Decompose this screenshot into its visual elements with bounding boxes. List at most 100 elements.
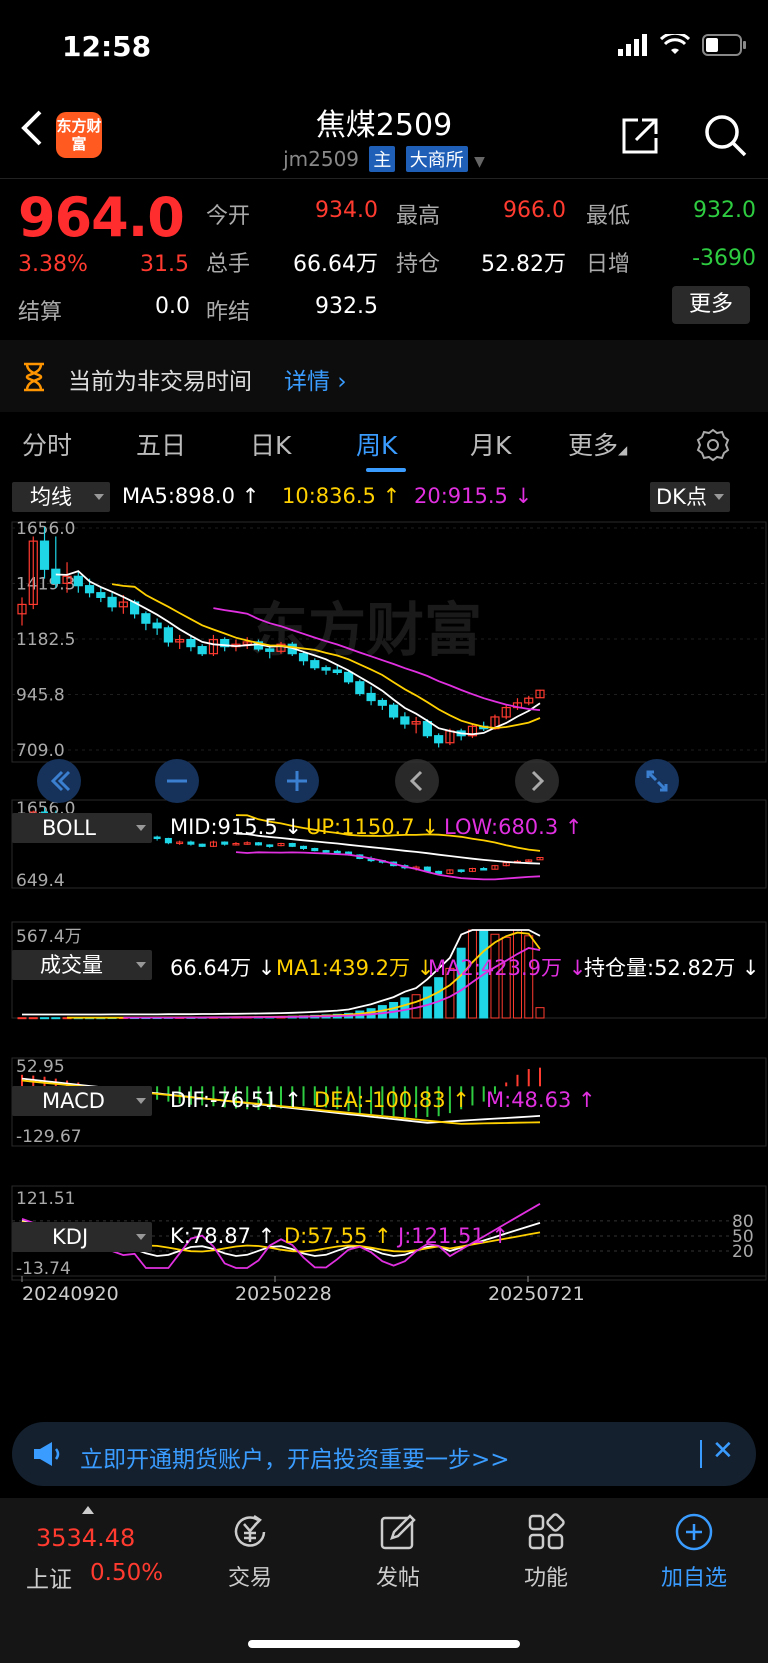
nav-trade[interactable]: 交易	[200, 1512, 300, 1592]
ma5-label: MA5:898.0	[122, 484, 236, 508]
battery-icon	[702, 34, 746, 56]
candle-body	[141, 613, 151, 624]
boll-low-label: LOW:680.3	[444, 815, 559, 839]
candle-body	[355, 681, 365, 695]
change-amount: 31.5	[140, 252, 189, 277]
macd-dif: DIF:-76.51 ↑	[170, 1088, 302, 1112]
kdj-k: K:78.87 ↑	[170, 1224, 276, 1248]
tab-weekly-k[interactable]: 周K	[356, 426, 397, 462]
nav-trade-label: 交易	[227, 1566, 272, 1591]
wifi-icon	[660, 34, 690, 54]
fullscreen-button[interactable]	[634, 758, 680, 804]
index-value[interactable]: 3534.48	[36, 1524, 135, 1552]
rewind-button[interactable]	[36, 758, 82, 804]
boll-low: LOW:680.3 ↑	[444, 815, 583, 839]
nav-post[interactable]: 发帖	[348, 1512, 448, 1592]
candle-body	[321, 667, 331, 671]
zoom-in-button[interactable]	[274, 758, 320, 804]
vol-value-label: 66.64万	[170, 956, 252, 980]
contract-code: jm2509	[283, 147, 360, 171]
boll-candle-body	[457, 869, 465, 872]
tab-more[interactable]: 更多◢	[568, 426, 627, 462]
notice-details-label: 详情	[284, 369, 330, 395]
tab-daily-k[interactable]: 日K	[250, 426, 291, 462]
settle-label: 结算	[18, 300, 63, 325]
home-indicator[interactable]	[248, 1640, 520, 1648]
price-axis-label: 945.8	[16, 686, 65, 706]
next-button[interactable]	[514, 758, 560, 804]
chevron-right-icon: ›	[337, 369, 347, 395]
banner-text[interactable]: 立即开通期货账户，开启投资重要一步>>	[80, 1440, 510, 1474]
change-percent: 3.38%	[18, 252, 88, 277]
macd-select[interactable]: MACD	[12, 1086, 152, 1116]
kdj-d: D:57.55 ↑	[284, 1224, 392, 1248]
vol-ma2: MA2:423.9万 ↓	[428, 956, 587, 980]
high-label: 最高	[396, 204, 441, 229]
ma20-label: 20:915.5	[414, 484, 508, 508]
nav-add-watchlist[interactable]: 加自选	[644, 1512, 744, 1592]
candle-body	[434, 735, 444, 744]
nav-features[interactable]: 功能	[496, 1512, 596, 1592]
volume-bar	[40, 1017, 50, 1020]
dk-point-select[interactable]: DK点	[650, 482, 730, 512]
open-label: 今开	[206, 204, 251, 229]
kdj-select[interactable]: KDJ	[12, 1222, 152, 1252]
boll-candle-body	[153, 836, 161, 840]
ma-select[interactable]: 均线	[12, 482, 110, 512]
volume-select[interactable]: 成交量	[12, 950, 152, 980]
zoom-out-button[interactable]	[154, 758, 200, 804]
date-axis-label: 20240920	[22, 1283, 119, 1305]
macd-axis-label: -129.67	[16, 1127, 82, 1147]
candle-body	[96, 592, 106, 598]
gear-icon[interactable]	[696, 428, 730, 462]
candle-body	[400, 716, 410, 725]
kdj-axis-label: 121.51	[16, 1189, 75, 1209]
macd-m-label: M:48.63	[486, 1088, 572, 1112]
more-button[interactable]: 更多	[672, 286, 750, 324]
boll-up: UP:1150.7 ↓	[306, 815, 439, 839]
tab-monthly-k[interactable]: 月K	[470, 426, 511, 462]
prev-button[interactable]	[394, 758, 440, 804]
daily-inc-label: 日增	[586, 252, 631, 277]
volume-axis-label: 567.4万	[16, 927, 82, 947]
candle-body	[107, 596, 117, 608]
volume-bar	[535, 1007, 545, 1019]
candle-body	[366, 692, 376, 702]
volume-bar	[51, 1017, 61, 1020]
boll-candle-body	[311, 847, 319, 852]
oi-label: 持仓	[396, 252, 441, 277]
active-tab-underline	[366, 468, 406, 472]
volume-bar	[28, 1017, 38, 1020]
date-axis-label: 20250228	[235, 1283, 332, 1305]
candle-body	[343, 671, 354, 683]
boll-candle-body	[164, 837, 172, 844]
kdj-j-label: J:121.51	[398, 1224, 485, 1248]
status-time: 12:58	[62, 30, 152, 63]
chevron-down-icon: ▼	[474, 154, 485, 170]
boll-select[interactable]: BOLL	[12, 813, 152, 843]
low-value: 932.0	[693, 198, 756, 223]
price-axis-label: 1182.5	[16, 630, 75, 650]
share-icon[interactable]	[618, 114, 662, 158]
close-icon[interactable]: ✕	[712, 1436, 740, 1470]
hourglass-icon	[24, 362, 44, 392]
search-icon[interactable]	[702, 112, 748, 158]
tab-minute[interactable]: 分时	[22, 426, 72, 462]
date-axis-label: 20250721	[488, 1283, 585, 1305]
expand-caret-icon[interactable]	[82, 1506, 94, 1514]
kdj-d-label: D:57.55	[284, 1224, 368, 1248]
notice-details-link[interactable]: 详情 ›	[284, 362, 347, 396]
corner-arrow-icon: ◢	[618, 443, 628, 457]
macd-dea: DEA:-100.83 ↑	[314, 1088, 470, 1112]
ma10-value: 10:836.5 ↑	[282, 484, 401, 508]
vol-ma2-label: MA2:423.9万	[428, 956, 563, 980]
candle-body	[186, 638, 196, 648]
boll-candle-body	[187, 841, 195, 845]
volume-value: 66.64万	[293, 252, 378, 277]
yuan-exchange-icon	[234, 1514, 266, 1547]
candle-body	[51, 568, 61, 584]
boll-mid: MID:915.5 ↓	[170, 815, 302, 839]
add-circle-icon	[675, 1513, 713, 1551]
volume-bar	[434, 977, 444, 1019]
tab-five-day[interactable]: 五日	[136, 426, 186, 462]
